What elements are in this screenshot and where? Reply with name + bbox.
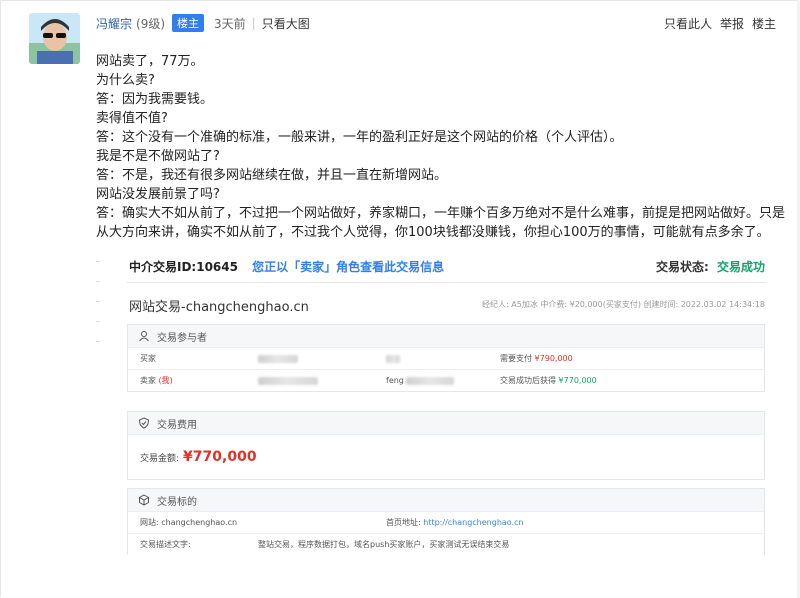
cube-icon <box>139 494 149 506</box>
amount-value: ¥770,000 <box>183 449 257 465</box>
status-label: 交易状态: <box>655 260 709 274</box>
seller-row: 卖家 (我) feng 交易成功后获得 ¥770,000 <box>128 369 764 391</box>
redacted-buyer-contact <box>386 354 400 363</box>
status-value: 交易成功 <box>716 260 765 274</box>
post-line: 答：这个没有一个准确的标准，一般来讲，一年的盈利正好是这个网站的价格（个人评估）… <box>96 130 623 145</box>
post-line: 答：不是，我还有很多网站继续在做，并且一直在新增网站。 <box>96 168 448 183</box>
post-line: 网站卖了，77万。 <box>96 54 204 69</box>
post-line: 为什么卖? <box>96 73 155 88</box>
buyer-label: 买家 <box>140 354 156 363</box>
buyer-pay: 需要支付 ¥790,000 <box>500 354 573 363</box>
participants-panel: 交易参与者 买家 需要支付 ¥790,000 卖家 (我) feng 交易成功后… <box>127 324 765 392</box>
seller-label: 卖家 (我) <box>140 376 173 385</box>
username-link[interactable]: 冯耀宗 <box>96 15 132 32</box>
role-notice: 您正以「卖家」角色查看此交易信息 <box>252 260 445 274</box>
site-label: 网站: changchenghao.cn <box>140 518 238 527</box>
post-time: 3天前 <box>214 16 246 31</box>
fees-heading-label: 交易费用 <box>157 419 197 431</box>
divider <box>127 282 767 283</box>
participants-heading: 交易参与者 <box>128 325 764 347</box>
shield-icon <box>138 417 150 429</box>
only-large-images-link[interactable]: 只看大图 <box>262 15 310 32</box>
report-link[interactable]: 举报 <box>720 15 744 32</box>
post-line: 卖得值不值? <box>96 111 168 126</box>
redacted-seller <box>258 376 318 385</box>
buyer-row: 买家 需要支付 ¥790,000 <box>128 347 764 369</box>
desc-value: 整站交易，程序数据打包，域名push买家账户，买家测试无误结束交易 <box>258 540 510 549</box>
only-this-user-link[interactable]: 只看此人 <box>664 15 712 32</box>
trade-meta: 经纪人: A5加冰 中介费: ¥20,000(买家支付) 创建时间: 2022.… <box>482 300 765 309</box>
user-group-icon <box>139 331 149 342</box>
order-id: 中介交易ID:10645 <box>129 260 238 274</box>
post-body: 网站卖了，77万。 为什么卖? 答：因为我需要钱。 卖得值不值? 答：这个没有一… <box>96 52 786 242</box>
trade-status: 交易状态: 交易成功 <box>656 258 765 275</box>
post-actions: 只看此人 举报 楼主 <box>664 15 776 32</box>
target-panel: 交易标的 网站: changchenghao.cn 首页地址: http://c… <box>127 488 765 555</box>
desc-row: 交易描述文字: 整站交易，程序数据打包，域名push买家账户，买家测试无误结束交… <box>128 533 764 555</box>
site-row: 网站: changchenghao.cn 首页地址: http://changc… <box>128 511 764 533</box>
trade-title: 网站交易-changchenghao.cn <box>129 300 309 315</box>
redacted-buyer <box>258 354 298 363</box>
amount-label: 交易金额: <box>140 453 180 464</box>
fee-amount-row: 交易金额: ¥770,000 <box>128 434 764 479</box>
post-line: 网站没发展前景了吗? <box>96 187 220 202</box>
floor-owner-link[interactable]: 楼主 <box>752 15 776 32</box>
desc-label: 交易描述文字: <box>140 540 191 549</box>
target-heading-label: 交易标的 <box>157 496 197 508</box>
home-url-link[interactable]: http://changchenghao.cn <box>423 518 523 527</box>
avatar[interactable] <box>29 13 80 64</box>
owner-badge: 楼主 <box>172 14 205 32</box>
trade-order-header: 中介交易ID:10645 您正以「卖家」角色查看此交易信息 <box>129 258 444 275</box>
post-line: 我是不是不做网站了? <box>96 149 220 164</box>
seller-contact: feng <box>386 376 455 385</box>
home-url-cell: 首页地址: http://changchenghao.cn <box>386 518 524 527</box>
seller-get: 交易成功后获得 ¥770,000 <box>500 376 597 385</box>
post-line: 答：因为我需要钱。 <box>96 92 214 107</box>
fees-heading: 交易费用 <box>128 412 764 434</box>
divider: | <box>251 16 256 30</box>
user-level: (9级) <box>136 16 166 31</box>
trade-screenshot: 中介交易ID:10645 您正以「卖家」角色查看此交易信息 交易状态: 交易成功… <box>113 252 783 598</box>
post-line: 答：确实大不如从前了，不过把一个网站做好，养家糊口，一年赚个百多万绝对不是什么难… <box>96 206 786 240</box>
fees-panel: 交易费用 交易金额: ¥770,000 <box>127 411 765 480</box>
participants-heading-label: 交易参与者 <box>157 332 207 344</box>
target-heading: 交易标的 <box>128 489 764 511</box>
post-header: 冯耀宗 (9级) 楼主 3天前 | 只看大图 <box>96 14 310 32</box>
